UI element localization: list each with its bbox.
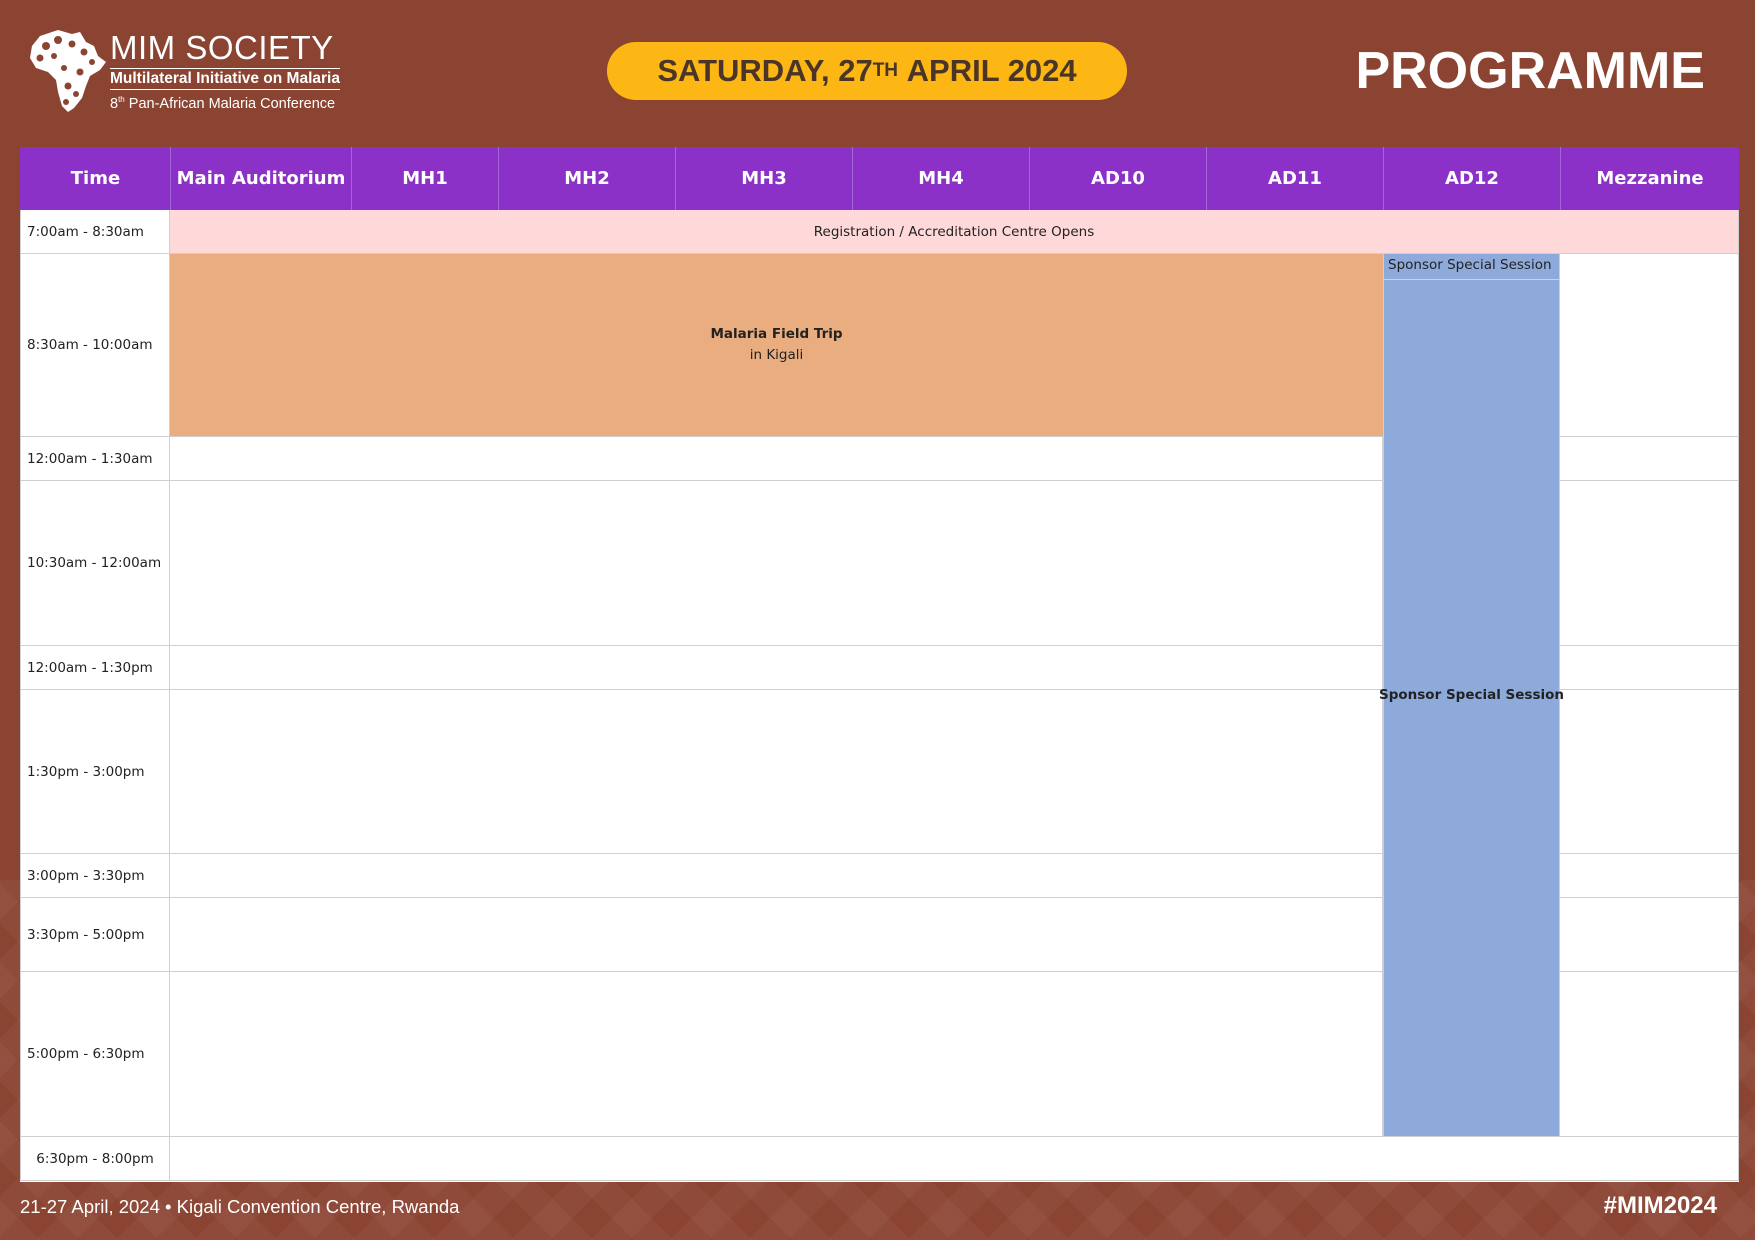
sponsor-special-session: Sponsor Special Session Sponsor Special … [1379, 254, 1564, 1137]
header-mh1: MH1 [351, 147, 498, 210]
page-title: PROGRAMME [1355, 42, 1705, 100]
logo-subtitle: Multilateral Initiative on Malaria [110, 68, 340, 90]
header-ad12: AD12 [1383, 147, 1560, 210]
date-day: SATURDAY, 27 [657, 53, 873, 88]
logo-conference: 8th Pan-African Malaria Conference [110, 91, 335, 113]
mezzanine-slot [1560, 898, 1739, 972]
header-ad10: AD10 [1029, 147, 1206, 210]
empty-slot [170, 646, 1383, 690]
header-mh3: MH3 [675, 147, 852, 210]
header-mh4: MH4 [852, 147, 1029, 210]
logo-conference-number: 8 [110, 95, 119, 112]
logo-conference-sup: th [118, 95, 125, 104]
registration-session: Registration / Accreditation Centre Open… [170, 210, 1739, 254]
mim-society-logo: MIM SOCIETY Multilateral Initiative on M… [28, 28, 340, 114]
mezzanine-slot [1560, 254, 1739, 437]
empty-slot [170, 972, 1383, 1137]
mezzanine-slot [1560, 854, 1739, 898]
programme-table: Time Main Auditorium MH1 MH2 MH3 MH4 AD1… [20, 147, 1739, 1182]
empty-slot [170, 437, 1383, 481]
time-slot: 5:00pm - 6:30pm [20, 972, 170, 1137]
field-trip-title: Malaria Field Trip [710, 326, 843, 342]
time-slot: 6:30pm - 8:00pm [20, 1137, 170, 1181]
date-pill: SATURDAY, 27 TH APRIL 2024 [607, 42, 1127, 100]
time-slot: 3:30pm - 5:00pm [20, 898, 170, 972]
sponsor-session-label-top: Sponsor Special Session [1384, 254, 1559, 280]
empty-slot [170, 481, 1383, 646]
time-slot: 12:00am - 1:30pm [20, 646, 170, 690]
footer-event-info: 21-27 April, 2024 • Kigali Convention Ce… [20, 1196, 460, 1217]
header-main-auditorium: Main Auditorium [170, 147, 351, 210]
mezzanine-slot [1560, 972, 1739, 1137]
empty-slot [170, 854, 1383, 898]
time-slot: 12:00am - 1:30am [20, 437, 170, 481]
mezzanine-slot [1560, 690, 1739, 854]
time-slot: 1:30pm - 3:00pm [20, 690, 170, 854]
time-slot: 10:30am - 12:00am [20, 481, 170, 646]
africa-map-icon [30, 30, 106, 112]
logo-conference-name: Pan-African Malaria Conference [128, 95, 336, 112]
sponsor-session-label: Sponsor Special Session [1379, 687, 1565, 703]
header-mh2: MH2 [498, 147, 675, 210]
time-slot: 7:00am - 8:30am [20, 210, 170, 254]
empty-slot [170, 898, 1383, 972]
empty-slot [170, 1137, 1739, 1181]
empty-slot [170, 690, 1383, 854]
time-slot: 3:00pm - 3:30pm [20, 854, 170, 898]
field-trip-location: in Kigali [749, 347, 804, 363]
mezzanine-slot [1560, 481, 1739, 646]
header-time: Time [20, 147, 170, 210]
header-ad11: AD11 [1206, 147, 1383, 210]
logo-title: MIM SOCIETY [110, 29, 334, 66]
date-month-year: APRIL 2024 [906, 53, 1077, 88]
field-trip-session: Malaria Field Trip in Kigali [170, 254, 1383, 437]
mezzanine-slot [1560, 646, 1739, 690]
mezzanine-slot [1560, 437, 1739, 481]
footer-hashtag: #MIM2024 [1603, 1192, 1717, 1219]
header-mezzanine: Mezzanine [1560, 147, 1739, 210]
time-slot: 8:30am - 10:00am [20, 254, 170, 437]
date-ordinal: TH [872, 60, 899, 81]
